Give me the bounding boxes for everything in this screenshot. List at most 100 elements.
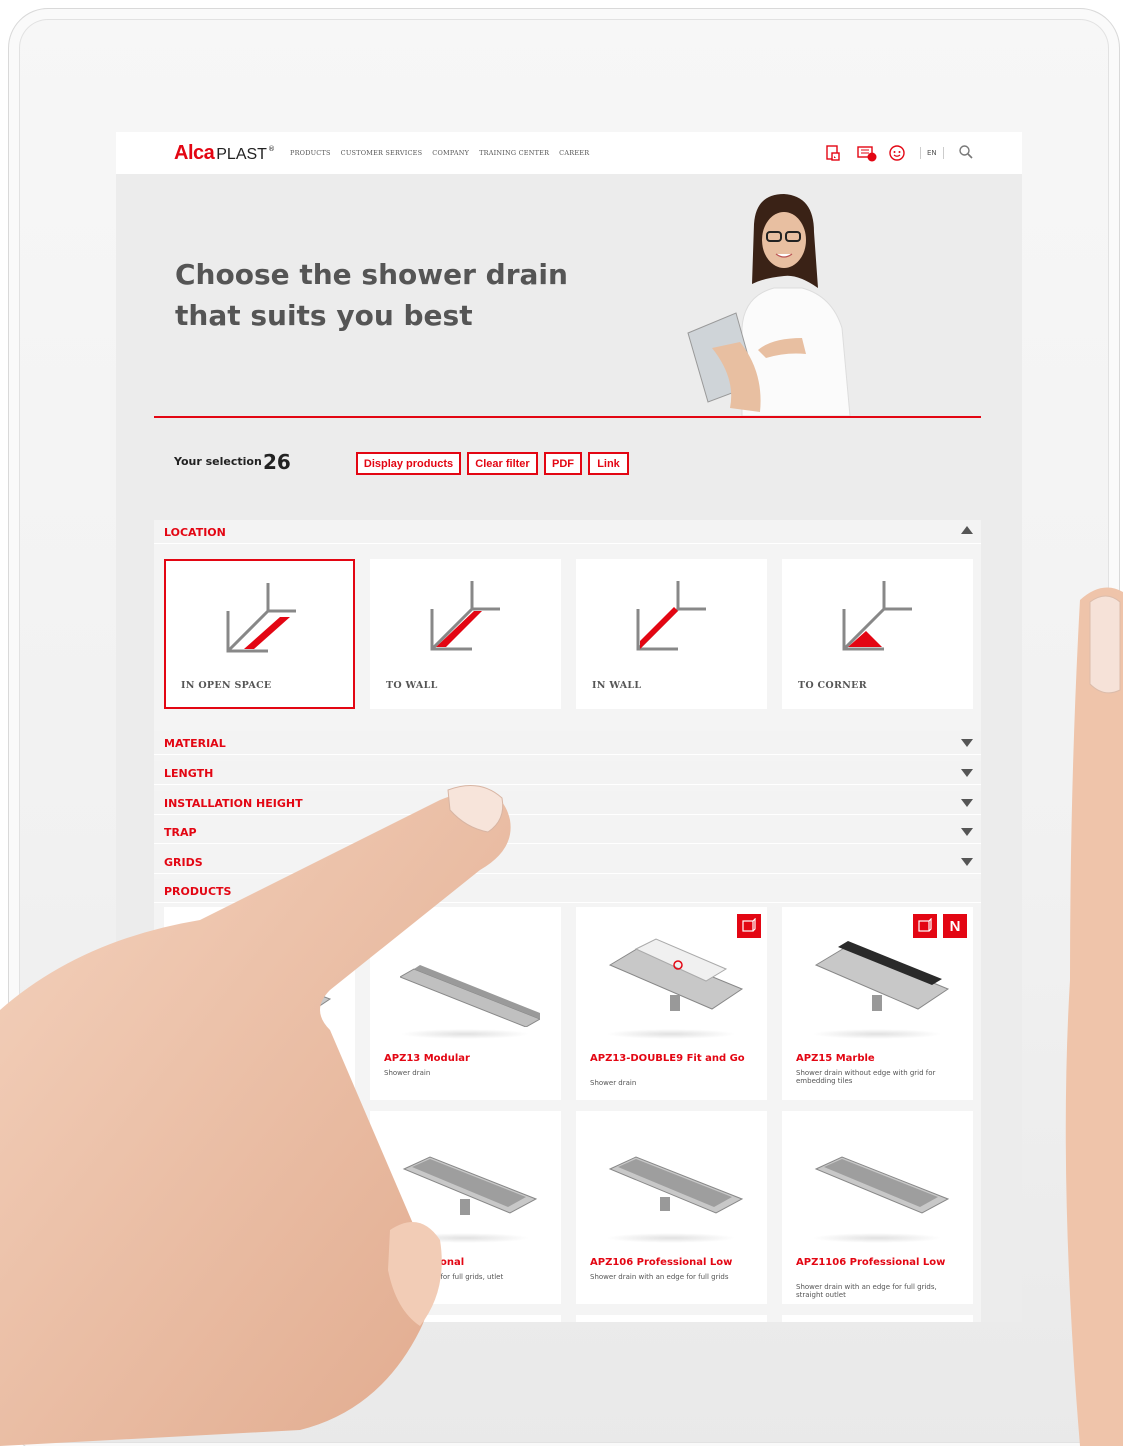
filter-material-header[interactable]: MATERIAL xyxy=(154,731,981,755)
browser-screen: Alca PLAST ® PRODUCTS CUSTOMER SERVICES … xyxy=(116,132,1022,1322)
product-name: APZ13 Modular xyxy=(384,1053,470,1064)
shower-drain-image xyxy=(608,1156,744,1214)
all-in-badge-icon xyxy=(737,914,761,938)
product-card-apz6-professional[interactable]: 6 Professional in with an edge for full … xyxy=(370,1111,561,1304)
product-name: essio xyxy=(178,1257,207,1268)
hero-woman-with-tablet-image xyxy=(687,194,851,416)
product-card-apz106-professional-low[interactable]: APZ106 Professional Low Shower drain wit… xyxy=(576,1111,767,1304)
filter-trap-label: TRAP xyxy=(164,826,197,839)
pdf-button[interactable]: PDF xyxy=(544,452,582,475)
product-shadow xyxy=(812,1233,942,1243)
shower-drain-image xyxy=(608,938,744,1011)
filter-location-label: LOCATION xyxy=(164,526,226,539)
product-name: APZ15 Marble xyxy=(796,1053,875,1064)
filter-installation-height-label: INSTALLATION HEIGHT xyxy=(164,797,303,810)
product-description: Shower drain without edge with grid for … xyxy=(796,1069,936,1085)
location-label: TO CORNER xyxy=(798,680,867,691)
header-icons: EN xyxy=(824,144,976,162)
display-products-button[interactable]: Display products xyxy=(356,452,461,475)
new-badge: N xyxy=(943,914,967,938)
all-in-badge-icon xyxy=(913,914,937,938)
clear-filter-button[interactable]: Clear filter xyxy=(467,452,538,475)
product-card-apz13-double9[interactable]: APZ13-DOUBLE9 Fit and Go Shower drain xyxy=(576,907,767,1100)
product-description: Shower drain with an edge for full grids xyxy=(590,1273,729,1281)
filter-grids-label: GRIDS xyxy=(164,856,203,869)
product-card-partial[interactable] xyxy=(782,1315,973,1322)
expand-arrow-icon[interactable] xyxy=(961,739,973,747)
filter-material-label: MATERIAL xyxy=(164,737,226,750)
main-nav: PRODUCTS CUSTOMER SERVICES COMPANY TRAIN… xyxy=(290,149,589,157)
filter-installation-height-header[interactable]: INSTALLATION HEIGHT xyxy=(154,791,981,815)
logo-alca: Alca xyxy=(174,142,215,164)
product-name: APZ106 Professional Low xyxy=(590,1257,733,1268)
nav-company[interactable]: COMPANY xyxy=(432,149,469,157)
location-option-in-wall[interactable]: IN WALL xyxy=(576,559,767,709)
product-card-apz15-marble[interactable]: N APZ15 Marble Shower drain without edge… xyxy=(782,907,973,1100)
to-corner-icon xyxy=(842,581,912,651)
shower-drain-image xyxy=(402,1156,538,1215)
product-card[interactable]: essio xyxy=(164,1111,355,1304)
shower-drain-image xyxy=(196,959,332,1020)
shower-drain-image xyxy=(814,1156,950,1214)
selection-label: Your selection xyxy=(174,455,262,468)
location-label: TO WALL xyxy=(386,680,438,691)
expand-arrow-icon[interactable] xyxy=(961,769,973,777)
product-description: Shower drain xyxy=(384,1069,431,1077)
product-card-apz1106-professional-low[interactable]: APZ1106 Professional Low Shower drain wi… xyxy=(782,1111,973,1304)
nav-training-center[interactable]: TRAINING CENTER xyxy=(479,149,549,157)
hero-divider xyxy=(154,416,981,418)
location-option-to-corner[interactable]: TO CORNER xyxy=(782,559,973,709)
expand-arrow-icon[interactable] xyxy=(961,828,973,836)
document-icon[interactable] xyxy=(824,144,842,162)
product-card-partial[interactable] xyxy=(576,1315,767,1322)
logo-plast: PLAST xyxy=(216,146,267,163)
filter-trap-header[interactable]: TRAP xyxy=(154,820,981,844)
site-header: Alca PLAST ® PRODUCTS CUSTOMER SERVICES … xyxy=(116,132,1022,174)
language-switch[interactable]: EN xyxy=(920,147,944,159)
product-card-apz13-modular[interactable]: APZ13 Modular Shower drain xyxy=(370,907,561,1100)
selection-count: 26 xyxy=(263,450,291,474)
nav-products[interactable]: PRODUCTS xyxy=(290,149,331,157)
location-option-open-space[interactable]: IN OPEN SPACE xyxy=(164,559,355,709)
product-shadow xyxy=(812,1029,942,1039)
catalog-icon[interactable] xyxy=(856,144,877,162)
link-button[interactable]: Link xyxy=(588,452,629,475)
search-icon[interactable] xyxy=(958,144,976,162)
alcaplast-logo[interactable]: Alca PLAST ® xyxy=(174,142,275,165)
open-space-icon xyxy=(226,583,296,653)
nav-career[interactable]: CAREER xyxy=(559,149,589,157)
shower-drain-image xyxy=(196,1158,332,1216)
product-shadow xyxy=(606,1029,736,1039)
expand-arrow-icon[interactable] xyxy=(961,799,973,807)
collapse-arrow-icon[interactable] xyxy=(961,526,973,534)
location-option-to-wall[interactable]: TO WALL xyxy=(370,559,561,709)
location-label: IN WALL xyxy=(592,680,642,691)
in-wall-icon xyxy=(636,581,706,651)
product-shadow xyxy=(606,1233,736,1243)
shower-drain-image xyxy=(400,965,540,1027)
product-description: Shower drain with an edge for full grids… xyxy=(796,1283,937,1299)
product-shadow xyxy=(400,1029,530,1039)
hero-title: Choose the shower drain that suits you b… xyxy=(175,254,595,336)
location-label: IN OPEN SPACE xyxy=(181,680,272,691)
to-wall-icon xyxy=(430,581,500,651)
filter-location-header[interactable]: LOCATION xyxy=(154,520,981,544)
all-in-badge-icon xyxy=(296,914,320,938)
filter-length-header[interactable]: LENGTH xyxy=(154,761,981,785)
products-label: PRODUCTS xyxy=(164,885,232,898)
product-shadow xyxy=(400,1233,530,1243)
expand-arrow-icon[interactable] xyxy=(961,858,973,866)
product-card[interactable] xyxy=(164,907,355,1100)
filter-grids-header[interactable]: GRIDS xyxy=(154,850,981,874)
product-name: APZ13-DOUBLE9 Fit and Go xyxy=(590,1053,745,1064)
logo-registered: ® xyxy=(267,145,275,153)
chat-icon[interactable] xyxy=(888,144,906,162)
product-description: in with an edge for full grids, utlet xyxy=(384,1273,504,1281)
product-card-partial[interactable] xyxy=(370,1315,561,1322)
filter-length-label: LENGTH xyxy=(164,767,214,780)
nav-customer-services[interactable]: CUSTOMER SERVICES xyxy=(341,149,423,157)
hero-title-line1: Choose the shower drain xyxy=(175,258,568,291)
product-name: APZ1106 Professional Low xyxy=(796,1257,946,1268)
hero-title-line2: that suits you best xyxy=(175,299,473,332)
shower-drain-image xyxy=(814,941,950,1011)
